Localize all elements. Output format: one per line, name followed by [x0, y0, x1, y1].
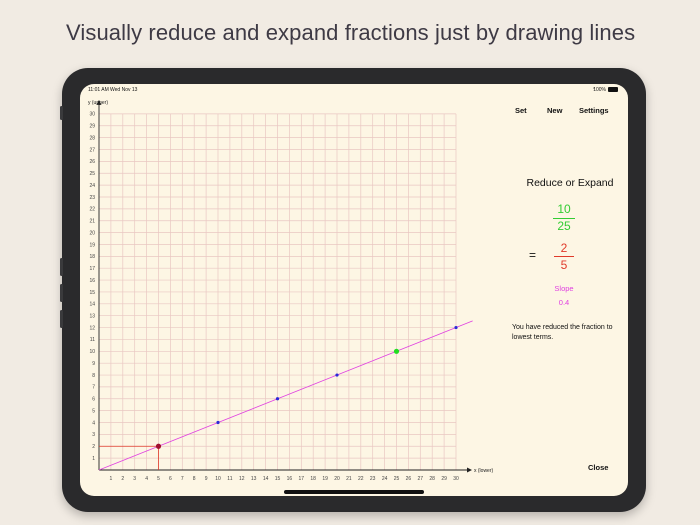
x-tick-label: 1 — [110, 476, 113, 482]
x-tick-label: 24 — [382, 476, 388, 482]
volume-button — [60, 310, 63, 328]
volume-button — [60, 284, 63, 302]
y-tick-label: 10 — [89, 349, 95, 355]
x-tick-label: 17 — [299, 476, 305, 482]
y-tick-label: 3 — [92, 432, 95, 438]
x-tick-label: 4 — [145, 476, 148, 482]
x-tick-label: 5 — [157, 476, 160, 482]
y-tick-label: 8 — [92, 373, 95, 379]
y-tick-label: 30 — [89, 112, 95, 118]
y-tick-label: 11 — [90, 337, 95, 343]
x-tick-label: 20 — [334, 476, 340, 482]
data-point — [335, 373, 339, 377]
y-tick-label: 26 — [89, 159, 95, 165]
y-tick-label: 13 — [89, 313, 95, 319]
close-button[interactable]: Close — [588, 463, 608, 472]
set-button[interactable]: Set — [515, 106, 527, 115]
y-tick-label: 16 — [89, 278, 95, 284]
data-point — [454, 325, 458, 330]
x-tick-label: 12 — [239, 476, 245, 482]
x-tick-label: 23 — [370, 476, 376, 482]
x-tick-label: 28 — [429, 476, 435, 482]
y-tick-label: 17 — [89, 266, 95, 272]
slope-value: 0.4 — [558, 298, 570, 307]
x-tick-label: 6 — [169, 476, 172, 482]
x-tick-label: 25 — [394, 476, 400, 482]
y-tick-label: 6 — [92, 397, 95, 403]
x-tick-label: 16 — [287, 476, 293, 482]
x-tick-label: 10 — [215, 476, 221, 482]
x-tick-label: 9 — [205, 476, 208, 482]
y-tick-label: 5 — [92, 408, 95, 414]
data-point — [275, 397, 280, 401]
x-tick-label: 21 — [346, 476, 352, 482]
volume-button — [60, 258, 63, 276]
reduced-fraction-bar — [554, 256, 574, 257]
home-indicator — [284, 490, 424, 494]
data-point — [393, 348, 400, 354]
reduced-denominator: 5 — [560, 258, 568, 272]
slope-label: Slope — [554, 284, 574, 293]
y-tick-label: 19 — [89, 242, 95, 248]
y-tick-label: 15 — [89, 290, 95, 296]
y-tick-label: 9 — [92, 361, 95, 367]
y-tick-label: 20 — [89, 230, 95, 236]
x-tick-label: 29 — [441, 476, 447, 482]
x-axis-label: x (lower) — [474, 468, 494, 474]
x-tick-label: 3 — [133, 476, 136, 482]
y-tick-label: 18 — [89, 254, 95, 260]
data-point — [216, 420, 220, 425]
x-tick-label: 26 — [406, 476, 412, 482]
x-tick-label: 14 — [263, 476, 269, 482]
x-tick-label: 19 — [322, 476, 328, 482]
y-tick-label: 27 — [89, 147, 95, 153]
new-button[interactable]: New — [547, 106, 562, 115]
x-tick-label: 2 — [121, 476, 124, 482]
x-tick-label: 18 — [310, 476, 316, 482]
x-tick-label: 27 — [418, 476, 424, 482]
result-message: You have reduced the fraction to lowest … — [512, 324, 613, 341]
x-tick-label: 8 — [193, 476, 196, 482]
y-tick-label: 24 — [89, 183, 95, 189]
x-tick-label: 15 — [275, 476, 281, 482]
y-tick-label: 12 — [89, 325, 95, 331]
y-tick-label: 14 — [89, 302, 95, 308]
y-tick-label: 28 — [89, 135, 95, 141]
y-tick-label: 23 — [89, 195, 95, 201]
panel-title: Reduce or Expand — [526, 177, 614, 189]
equals-sign: = — [529, 248, 537, 262]
y-tick-label: 21 — [89, 219, 95, 225]
y-tick-label: 22 — [89, 207, 95, 213]
x-tick-label: 7 — [181, 476, 184, 482]
y-tick-label: 1 — [92, 456, 95, 462]
x-tick-label: 13 — [251, 476, 257, 482]
y-axis-label: y (upper) — [88, 100, 108, 106]
original-denominator: 25 — [557, 219, 571, 233]
volume-button — [60, 106, 63, 120]
data-point — [155, 443, 162, 449]
x-tick-label: 30 — [453, 476, 459, 482]
reduced-numerator: 2 — [560, 241, 568, 255]
original-numerator: 10 — [557, 202, 571, 216]
settings-button[interactable]: Settings — [579, 106, 609, 115]
slope-line — [98, 320, 473, 471]
y-tick-label: 2 — [92, 444, 95, 450]
headline: Visually reduce and expand fractions jus… — [66, 20, 636, 45]
x-tick-label: 11 — [227, 476, 232, 482]
app-screen: 11:01 AM Wed Nov 13 ◦ 100% 1 2 3 4 5 6 7 8 9 10 11… — [80, 84, 628, 496]
x-axis-arrow-icon — [467, 467, 472, 473]
y-tick-label: 29 — [89, 124, 95, 130]
x-tick-label: 22 — [358, 476, 364, 482]
y-tick-label: 7 — [92, 385, 95, 391]
y-tick-label: 25 — [89, 171, 95, 177]
y-tick-label: 4 — [92, 420, 95, 426]
